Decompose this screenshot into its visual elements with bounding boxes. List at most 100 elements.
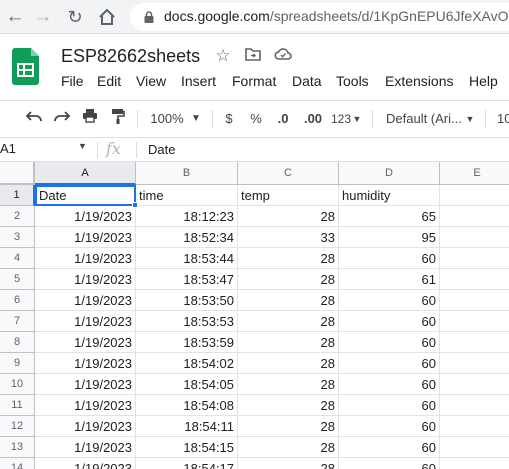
column-header-e[interactable]: E: [440, 162, 509, 185]
grid-cell[interactable]: [440, 290, 509, 311]
grid-cell[interactable]: [440, 269, 509, 290]
row-header[interactable]: 14: [0, 458, 35, 469]
redo-icon[interactable]: [52, 108, 72, 130]
fill-handle[interactable]: [132, 202, 138, 208]
grid-cell[interactable]: 1/19/2023: [35, 311, 136, 332]
more-formats-chevron-down-icon[interactable]: ▼: [352, 108, 362, 130]
grid-cell[interactable]: 18:52:34: [136, 227, 238, 248]
grid-cell[interactable]: 28: [238, 332, 339, 353]
grid-cell[interactable]: [440, 395, 509, 416]
row-header[interactable]: 6: [0, 290, 35, 311]
grid-cell[interactable]: 60: [339, 353, 440, 374]
grid-cell[interactable]: 1/19/2023: [35, 269, 136, 290]
row-header[interactable]: 5: [0, 269, 35, 290]
grid-cell[interactable]: 1/19/2023: [35, 248, 136, 269]
grid-cell[interactable]: 28: [238, 311, 339, 332]
menu-tools[interactable]: Tools: [336, 73, 369, 89]
column-header-d[interactable]: D: [339, 162, 440, 185]
grid-cell[interactable]: 1/19/2023: [35, 437, 136, 458]
grid-cell[interactable]: [440, 227, 509, 248]
name-box[interactable]: A1: [0, 141, 16, 156]
grid-cell[interactable]: [440, 374, 509, 395]
menu-edit[interactable]: Edit: [97, 73, 121, 89]
grid-cell[interactable]: [440, 248, 509, 269]
grid-cell[interactable]: 60: [339, 458, 440, 469]
grid-cell[interactable]: 28: [238, 395, 339, 416]
address-bar[interactable]: docs.google.com/spreadsheets/d/1KpGnEPU6…: [130, 3, 509, 31]
font-chevron-down-icon[interactable]: ▼: [464, 108, 476, 130]
column-header-b[interactable]: B: [136, 162, 238, 185]
select-all-corner[interactable]: [0, 162, 35, 185]
grid-cell[interactable]: 60: [339, 248, 440, 269]
percent-format-button[interactable]: %: [248, 108, 264, 130]
grid-cell[interactable]: 18:53:44: [136, 248, 238, 269]
grid-cell[interactable]: [440, 311, 509, 332]
grid-cell[interactable]: 28: [238, 458, 339, 469]
row-header[interactable]: 1: [0, 185, 35, 206]
grid-cell[interactable]: 28: [238, 206, 339, 227]
grid-cell[interactable]: [440, 353, 509, 374]
grid-cell[interactable]: 18:53:50: [136, 290, 238, 311]
star-icon[interactable]: ☆: [214, 47, 232, 65]
row-header[interactable]: 11: [0, 395, 35, 416]
row-header[interactable]: 10: [0, 374, 35, 395]
row-header[interactable]: 3: [0, 227, 35, 248]
grid-cell[interactable]: [440, 206, 509, 227]
grid-cell[interactable]: 1/19/2023: [35, 290, 136, 311]
spreadsheet-grid[interactable]: A B C D E 1 Date time temp humidity 2 1/19/2023 18:1…: [0, 162, 509, 469]
font-family-select[interactable]: Default (Ari...: [386, 108, 462, 130]
grid-cell[interactable]: 60: [339, 395, 440, 416]
row-header[interactable]: 7: [0, 311, 35, 332]
column-header-c[interactable]: C: [238, 162, 339, 185]
row-header[interactable]: 8: [0, 332, 35, 353]
grid-cell[interactable]: 18:54:11: [136, 416, 238, 437]
row-header[interactable]: 9: [0, 353, 35, 374]
grid-cell[interactable]: 1/19/2023: [35, 458, 136, 469]
grid-cell[interactable]: 28: [238, 290, 339, 311]
menu-data[interactable]: Data: [292, 73, 322, 89]
grid-cell[interactable]: [440, 437, 509, 458]
grid-cell[interactable]: 1/19/2023: [35, 206, 136, 227]
currency-format-button[interactable]: $: [222, 108, 236, 130]
grid-cell[interactable]: 61: [339, 269, 440, 290]
grid-cell[interactable]: 18:54:17: [136, 458, 238, 469]
more-formats-button[interactable]: 123: [330, 108, 352, 130]
print-icon[interactable]: [80, 108, 100, 130]
grid-cell[interactable]: 28: [238, 269, 339, 290]
grid-cell[interactable]: 18:54:08: [136, 395, 238, 416]
reload-icon[interactable]: ↻: [64, 6, 86, 28]
menu-help[interactable]: Help: [469, 73, 498, 89]
grid-cell[interactable]: 60: [339, 374, 440, 395]
increase-decimal-button[interactable]: .00: [300, 108, 326, 130]
decrease-decimal-button[interactable]: .0: [273, 108, 293, 130]
grid-cell[interactable]: 60: [339, 437, 440, 458]
forward-icon[interactable]: →: [32, 6, 54, 28]
row-header[interactable]: 13: [0, 437, 35, 458]
row-header[interactable]: 2: [0, 206, 35, 227]
back-icon[interactable]: ←: [4, 6, 26, 28]
paint-format-icon[interactable]: [108, 108, 128, 130]
grid-cell[interactable]: 95: [339, 227, 440, 248]
grid-cell[interactable]: 18:53:59: [136, 332, 238, 353]
grid-cell[interactable]: [440, 185, 509, 206]
grid-cell[interactable]: 28: [238, 248, 339, 269]
cloud-status-icon[interactable]: [274, 47, 292, 65]
font-size-select[interactable]: 10: [497, 108, 509, 130]
name-box-chevron-down-icon[interactable]: ▼: [78, 141, 87, 151]
grid-cell[interactable]: 18:53:47: [136, 269, 238, 290]
menu-view[interactable]: View: [136, 73, 166, 89]
grid-cell[interactable]: 65: [339, 206, 440, 227]
grid-cell[interactable]: [440, 416, 509, 437]
grid-cell[interactable]: 1/19/2023: [35, 332, 136, 353]
undo-icon[interactable]: [24, 108, 44, 130]
grid-cell[interactable]: 18:54:02: [136, 353, 238, 374]
selected-cell[interactable]: Date: [35, 185, 136, 206]
row-header[interactable]: 4: [0, 248, 35, 269]
grid-cell[interactable]: time: [136, 185, 238, 206]
grid-cell[interactable]: 60: [339, 332, 440, 353]
grid-cell[interactable]: 60: [339, 416, 440, 437]
grid-cell[interactable]: 28: [238, 374, 339, 395]
menu-extensions[interactable]: Extensions: [385, 73, 453, 89]
move-to-folder-icon[interactable]: [244, 47, 262, 65]
grid-cell[interactable]: temp: [238, 185, 339, 206]
